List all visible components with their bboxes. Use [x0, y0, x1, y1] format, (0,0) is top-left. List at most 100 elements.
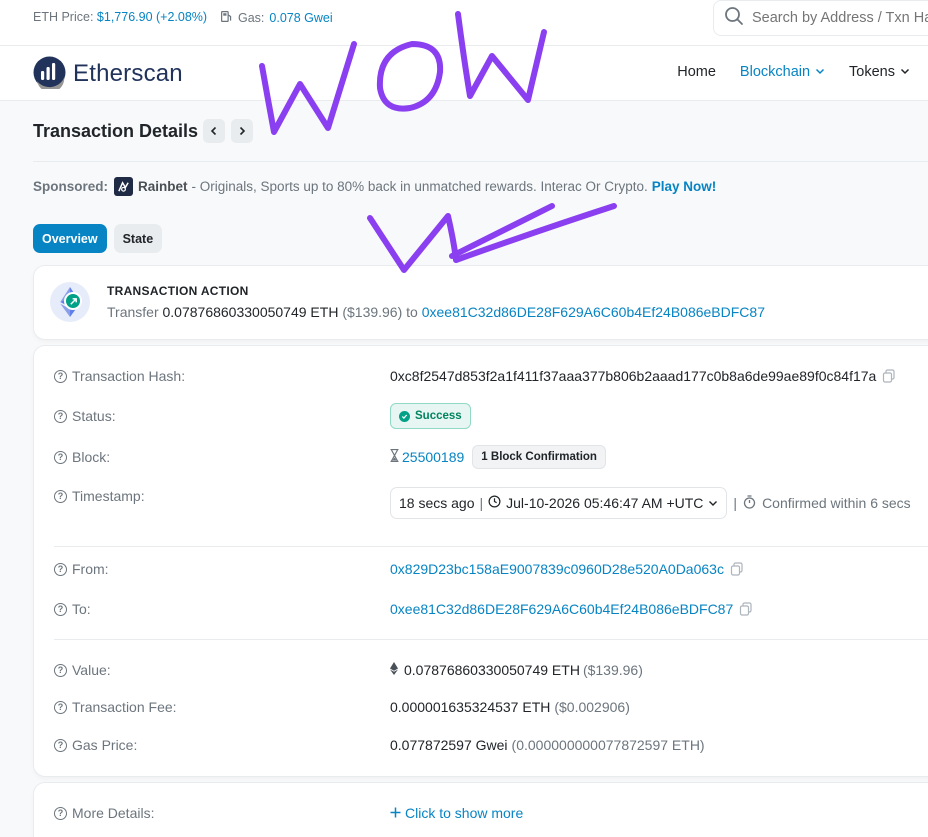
gas-tracker: Gas: 0.078 Gwei	[220, 10, 333, 26]
nav-item-blockchain[interactable]: Blockchain	[740, 64, 825, 80]
nav-item-tokens[interactable]: Tokens	[849, 64, 910, 80]
search-icon	[724, 6, 744, 30]
help-icon[interactable]: ?	[54, 663, 67, 677]
eth-price-value[interactable]: $1,776.90 (+2.08%)	[97, 10, 207, 24]
block-label: Block:	[72, 449, 111, 465]
tab-overview[interactable]: Overview	[33, 224, 107, 253]
timestamp-label: Timestamp:	[72, 488, 145, 504]
tx-hash-label: Transaction Hash:	[72, 368, 186, 384]
value-usd: ($139.96)	[582, 662, 643, 678]
transaction-details-card: ? Transaction Hash: 0xc8f2547d853f2a1f411…	[33, 345, 928, 777]
nav-menu: Home Blockchain Tokens	[677, 64, 910, 80]
help-icon[interactable]: ?	[54, 450, 67, 464]
chevron-down-icon	[900, 64, 910, 80]
action-description: Transfer 0.07876860330050749 ETH ($139.9…	[107, 304, 765, 320]
chevron-left-icon	[209, 123, 219, 139]
status-badge: Success	[390, 403, 471, 429]
row-block: ? Block: 25500189 1 Block Confirmation	[54, 445, 606, 469]
show-more-text: Click to show more	[405, 805, 524, 821]
help-icon[interactable]: ?	[54, 738, 67, 752]
search-input[interactable]	[752, 10, 928, 26]
to-address-link[interactable]: 0xee81C32d86DE28F629A6C60b4Ef24B086eBDFC…	[390, 601, 733, 617]
row-tx-hash: ? Transaction Hash: 0xc8f2547d853f2a1f411…	[54, 368, 896, 384]
help-icon[interactable]: ?	[54, 602, 67, 616]
next-tx-button[interactable]	[231, 119, 253, 143]
clock-icon	[488, 495, 501, 511]
copy-icon[interactable]	[730, 562, 744, 576]
fee-label: Transaction Fee:	[72, 699, 177, 715]
row-fee: ? Transaction Fee: 0.000001635324537 ETH …	[54, 699, 630, 715]
value-label: Value:	[72, 662, 111, 678]
eth-price-label: ETH Price:	[33, 10, 94, 24]
action-prefix: Transfer	[107, 304, 159, 320]
tx-pager	[203, 119, 253, 143]
action-to-word: to	[406, 304, 418, 320]
sponsor-name[interactable]: Rainbet	[138, 179, 188, 194]
chevron-down-icon	[815, 64, 825, 80]
block-confirmation-badge: 1 Block Confirmation	[472, 445, 606, 469]
action-usd: ($139.96)	[342, 304, 403, 320]
action-title: TRANSACTION ACTION	[107, 284, 249, 298]
help-icon[interactable]: ?	[54, 489, 67, 503]
gas-pump-icon	[220, 10, 233, 26]
prev-tx-button[interactable]	[203, 119, 225, 143]
block-link[interactable]: 25500189	[402, 449, 464, 465]
row-value: ? Value: 0.07876860330050749 ETH ($139.96…	[54, 662, 643, 678]
page-title: Transaction Details	[33, 121, 199, 141]
help-icon[interactable]: ?	[54, 562, 67, 576]
logo-text: Etherscan	[73, 60, 183, 87]
chevron-right-icon	[237, 123, 247, 139]
tabs: Overview State	[33, 224, 163, 253]
check-circle-icon	[399, 410, 410, 422]
help-icon[interactable]: ?	[54, 806, 67, 820]
transaction-action-card: TRANSACTION ACTION Transfer 0.0787686033…	[33, 265, 928, 340]
timestamp-dropdown[interactable]: 18 secs ago | Jul-10-2026 05:46:47 AM +U…	[390, 487, 728, 519]
from-label: From:	[72, 561, 109, 577]
hourglass-icon	[390, 448, 399, 465]
stopwatch-icon	[743, 494, 756, 512]
timestamp-date: Jul-10-2026 05:46:47 AM +UTC	[506, 495, 704, 511]
transfer-arrow-icon	[64, 292, 82, 310]
nav-item-label: Blockchain	[739, 64, 811, 80]
eth-price: ETH Price: $1,776.90 (+2.08%)	[33, 10, 207, 24]
search-box[interactable]	[713, 0, 928, 36]
timestamp-confirmed: Confirmed within 6 secs	[762, 495, 911, 511]
chevron-down-icon	[708, 495, 718, 511]
etherscan-logo[interactable]: Etherscan	[33, 56, 183, 93]
rainbet-logo-icon	[114, 177, 134, 196]
gas-price-eth: (0.000000000077872597 ETH)	[511, 737, 705, 753]
sponsor-cta-link[interactable]: Play Now!	[652, 179, 717, 194]
nav-item-label: Home	[677, 64, 716, 80]
more-details-label: More Details:	[72, 805, 155, 821]
tab-state[interactable]: State	[113, 224, 163, 253]
divider	[33, 161, 928, 162]
gas-value[interactable]: 0.078 Gwei	[269, 11, 332, 25]
scribble-underline	[449, 203, 555, 259]
help-icon[interactable]: ?	[54, 409, 67, 423]
row-more-details: ? More Details: Click to show more	[54, 805, 523, 821]
divider	[54, 546, 928, 547]
timestamp-ago: 18 secs ago	[399, 495, 475, 511]
etherscan-logo-icon	[33, 56, 66, 93]
navbar: Etherscan Home Blockchain Tokens	[0, 46, 928, 101]
sponsored-banner: Sponsored: Rainbet - Originals, Sports u…	[33, 177, 716, 196]
show-more-link[interactable]: Click to show more	[390, 805, 523, 821]
fee-amount: 0.000001635324537 ETH	[390, 699, 551, 715]
copy-icon[interactable]	[882, 369, 896, 383]
divider	[54, 639, 928, 640]
sponsored-label: Sponsored:	[33, 179, 109, 194]
help-icon[interactable]: ?	[54, 369, 67, 383]
scribble-underline	[367, 203, 617, 273]
tx-hash-value: 0xc8f2547d853f2a1f411f37aaa377b806b2aaad…	[390, 368, 877, 384]
row-timestamp: ? Timestamp: 18 secs ago | Jul-10-2026 05…	[54, 485, 911, 519]
from-address-link[interactable]: 0x829D23bc158aE9007839c0960D28e520A0Da06…	[390, 561, 724, 577]
nav-item-home[interactable]: Home	[677, 64, 716, 80]
action-to-address[interactable]: 0xee81C32d86DE28F629A6C60b4Ef24B086eBDFC…	[422, 304, 765, 320]
action-amount: 0.07876860330050749 ETH	[162, 304, 339, 320]
status-label: Status:	[72, 408, 116, 424]
row-status: ? Status: Success	[54, 403, 471, 429]
copy-icon[interactable]	[739, 602, 753, 616]
to-label: To:	[72, 601, 91, 617]
status-text: Success	[415, 410, 462, 422]
help-icon[interactable]: ?	[54, 700, 67, 714]
